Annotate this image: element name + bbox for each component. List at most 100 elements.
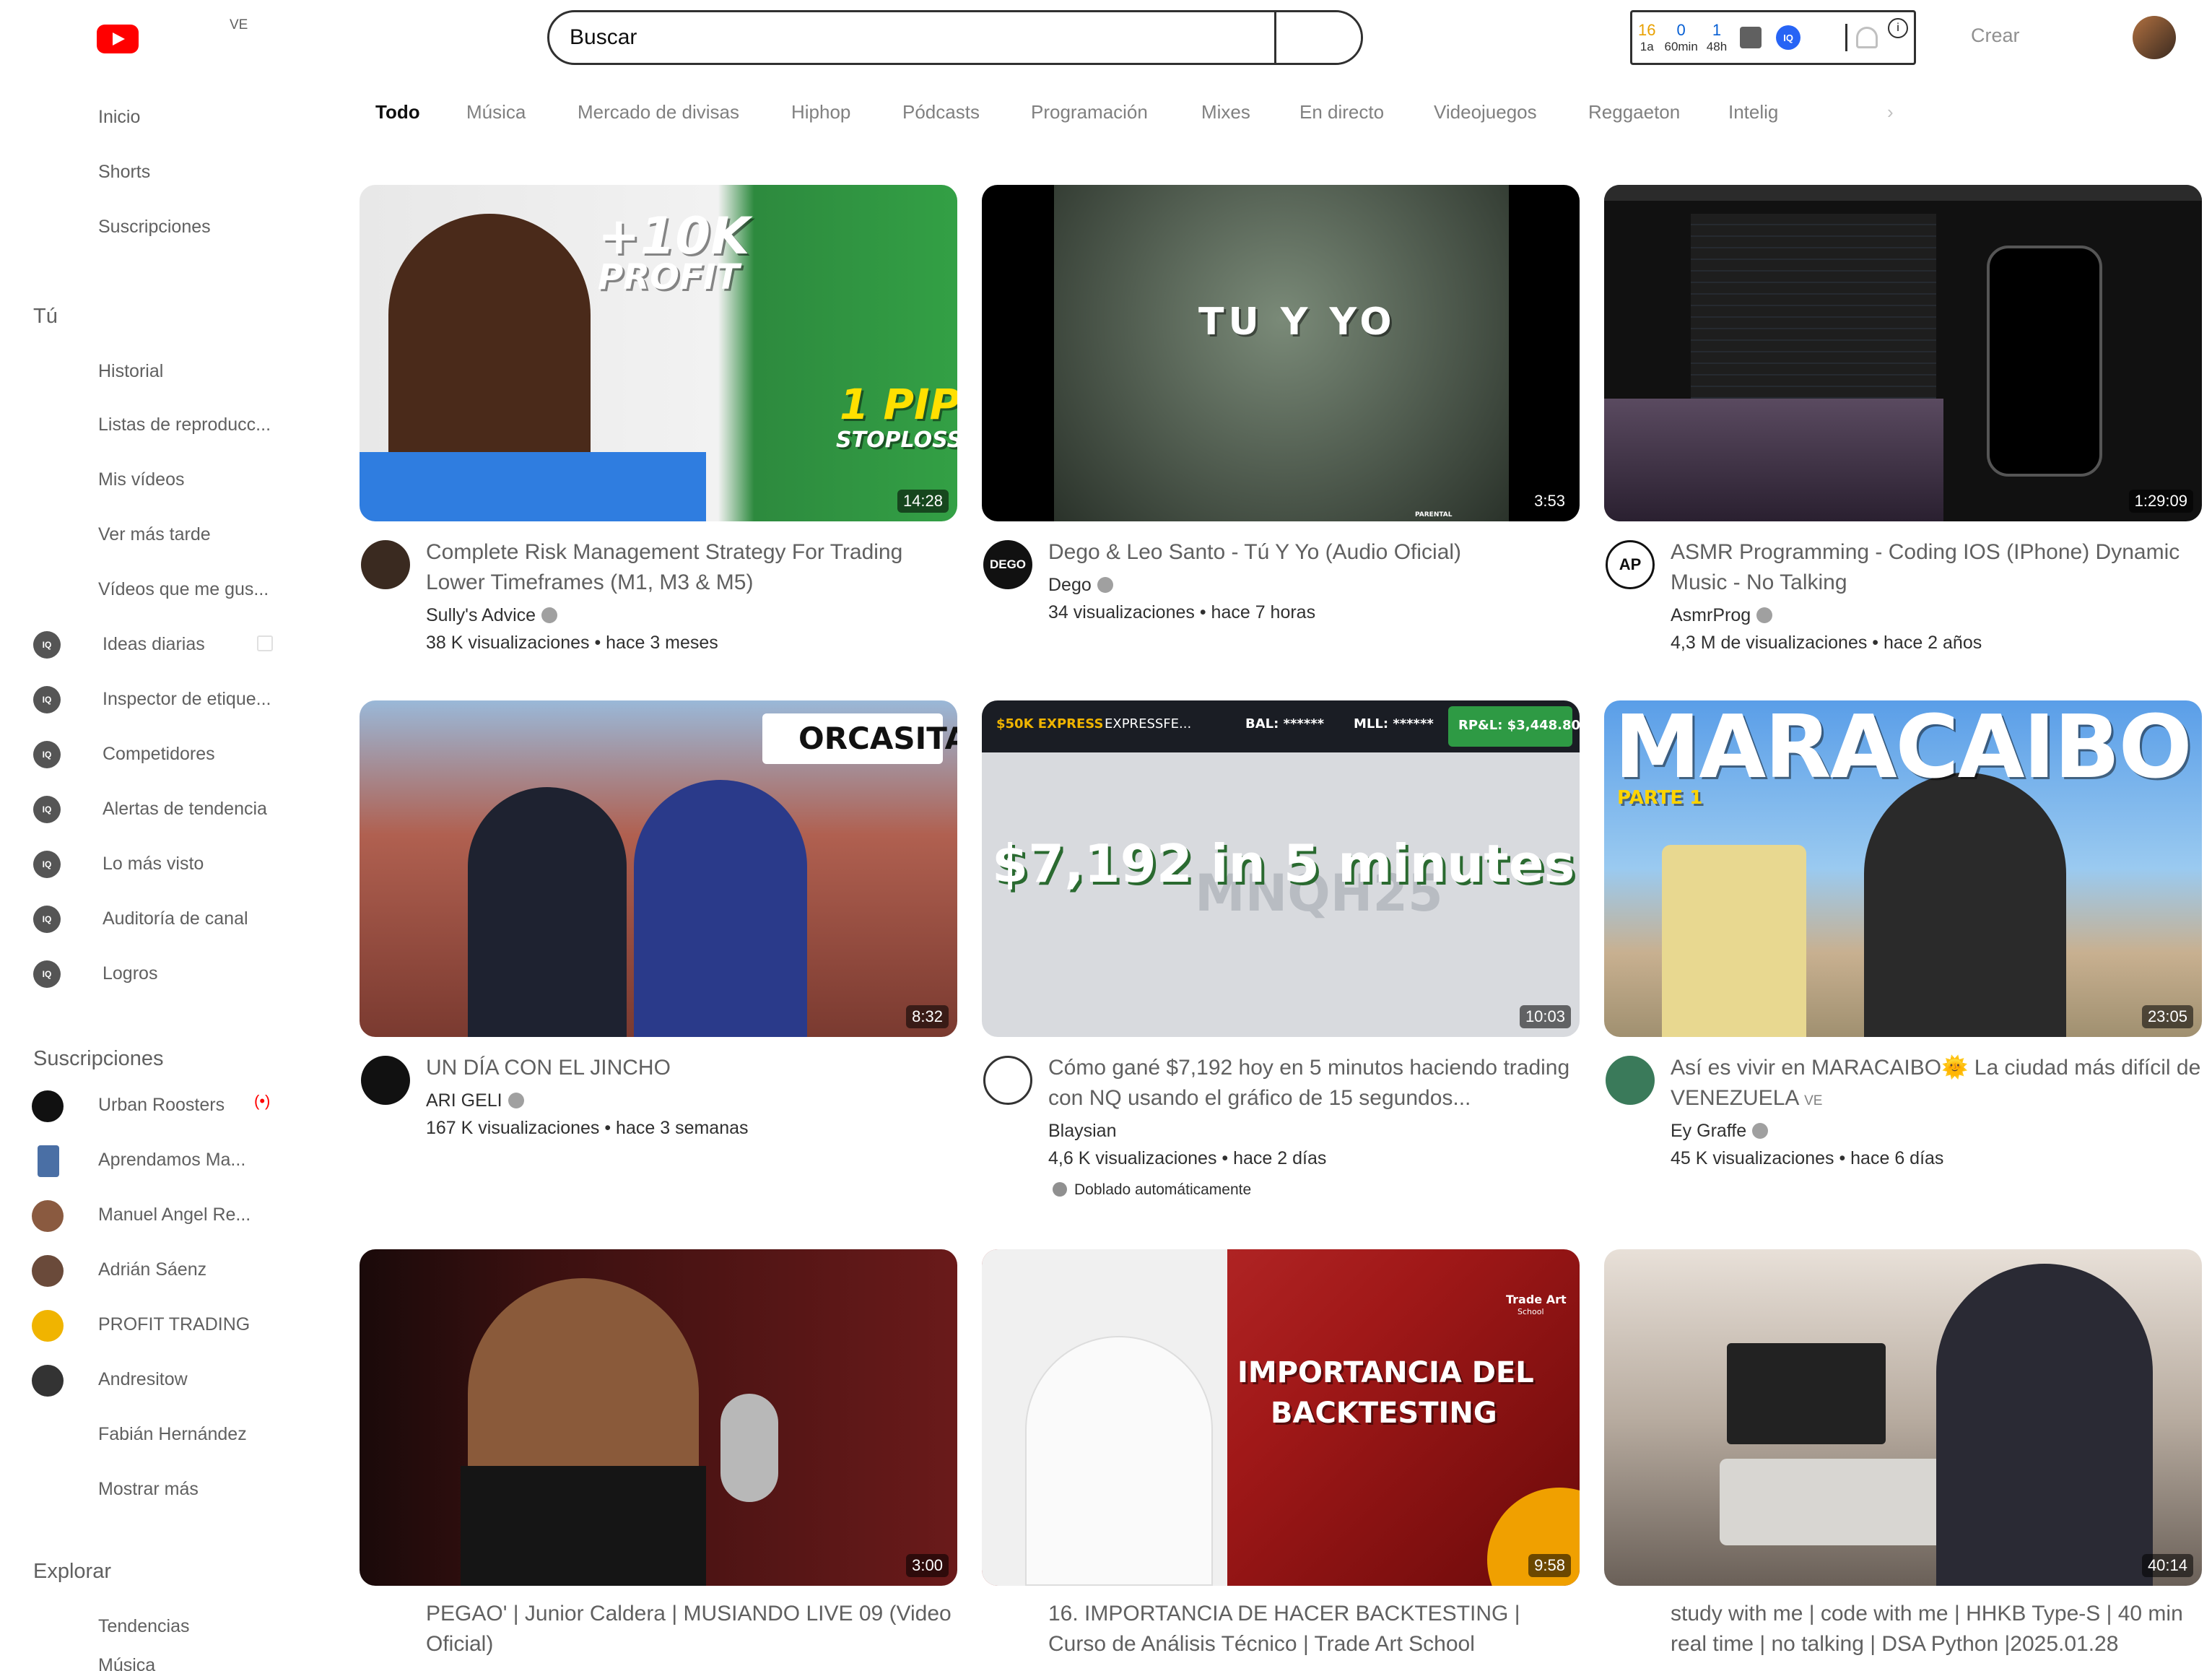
- video-duration: 3:00: [906, 1554, 949, 1577]
- search-input[interactable]: [549, 12, 1274, 63]
- sidebar-sub-adrian-saenz[interactable]: Adrián Sáenz: [98, 1259, 206, 1280]
- channel-avatar[interactable]: [1606, 1056, 1655, 1105]
- chip-musica[interactable]: Música: [466, 101, 526, 123]
- vidiq-stats-widget[interactable]: 16 1a 0 60min 1 48h IQ i: [1630, 10, 1916, 65]
- sidebar-sub-profit-trading[interactable]: PROFIT TRADING: [98, 1314, 250, 1335]
- vidiq-icon[interactable]: IQ: [1776, 25, 1801, 50]
- channel-name[interactable]: ARI GELI: [426, 1090, 524, 1111]
- sidebar-item-historial[interactable]: Historial: [98, 361, 163, 382]
- channel-avatar[interactable]: AP: [1606, 540, 1655, 589]
- video-thumbnail[interactable]: +10K PROFIT 1 PIP STOPLOSS 14:28: [360, 185, 957, 521]
- chip-en-directo[interactable]: En directo: [1299, 101, 1384, 123]
- thumbnail-text: School: [1518, 1307, 1544, 1316]
- video-title[interactable]: PEGAO' | Junior Caldera | MUSIANDO LIVE …: [426, 1599, 960, 1659]
- chip-todo[interactable]: Todo: [375, 101, 420, 123]
- sidebar-item-daily-ideas[interactable]: Ideas diarias: [103, 634, 205, 655]
- auto-dubbed-text: Doblado automáticamente: [1074, 1181, 1252, 1198]
- search-button[interactable]: [1274, 12, 1361, 63]
- sidebar-item-music[interactable]: Música: [98, 1655, 155, 1671]
- chip-hiphop[interactable]: Hiphop: [791, 101, 850, 123]
- sidebar-heading-you[interactable]: Tú: [33, 305, 58, 329]
- bell-icon[interactable]: [1856, 27, 1878, 48]
- thumbnail-text: IMPORTANCIA DEL: [1237, 1356, 1534, 1389]
- video-meta: 4,3 M de visualizaciones • hace 2 años: [1671, 633, 1982, 653]
- thumbnail-phone: [1987, 246, 2102, 477]
- create-button[interactable]: Crear: [1971, 25, 2020, 47]
- info-icon[interactable]: i: [1888, 18, 1908, 38]
- sidebar-item-shorts[interactable]: Shorts: [98, 162, 150, 183]
- sidebar-item-tag-inspector[interactable]: Inspector de etique...: [103, 689, 271, 710]
- sidebar-item-channel-audit[interactable]: Auditoría de canal: [103, 908, 248, 929]
- sidebar-item-playlists[interactable]: Listas de reproducc...: [98, 415, 271, 435]
- video-thumbnail[interactable]: MARACAIBO PARTE 1 23:05: [1604, 700, 2202, 1037]
- user-avatar[interactable]: [2133, 16, 2176, 59]
- verified-icon: [1097, 577, 1113, 593]
- chevron-right-icon[interactable]: ›: [1887, 101, 1894, 123]
- sidebar-heading-subscriptions: Suscripciones: [33, 1047, 164, 1070]
- sidebar-sub-andresitow[interactable]: Andresitow: [98, 1369, 188, 1390]
- video-thumbnail[interactable]: 3:00: [360, 1249, 957, 1586]
- chip-mixes[interactable]: Mixes: [1201, 101, 1250, 123]
- sidebar-item-competitors[interactable]: Competidores: [103, 744, 215, 765]
- sidebar-item-trend-alerts[interactable]: Alertas de tendencia: [103, 799, 267, 820]
- video-thumbnail[interactable]: 1:29:09: [1604, 185, 2202, 521]
- video-meta: 38 K visualizaciones • hace 3 meses: [426, 633, 718, 653]
- channel-avatar: [32, 1365, 64, 1397]
- video-thumbnail[interactable]: $50K EXPRESS EXPRESSFE... BAL: ****** ML…: [982, 700, 1580, 1037]
- channel-avatar[interactable]: DEGO: [983, 540, 1032, 589]
- chip-forex[interactable]: Mercado de divisas: [578, 101, 739, 123]
- video-title[interactable]: UN DÍA CON EL JINCHO: [426, 1053, 960, 1083]
- chip-programacion[interactable]: Programación: [1031, 101, 1148, 123]
- channel-name[interactable]: Blaysian: [1048, 1121, 1117, 1142]
- video-title[interactable]: Cómo gané $7,192 hoy en 5 minutos hacien…: [1048, 1053, 1582, 1114]
- channel-name[interactable]: Ey Graffe: [1671, 1121, 1769, 1142]
- video-title[interactable]: Dego & Leo Santo - Tú Y Yo (Audio Oficia…: [1048, 537, 1582, 568]
- channel-avatar[interactable]: [361, 1056, 410, 1105]
- youtube-logo-icon[interactable]: [97, 25, 139, 53]
- title-country-badge: VE: [1804, 1093, 1823, 1108]
- sidebar-sub-urban-roosters[interactable]: Urban Roosters: [98, 1095, 225, 1116]
- channel-name[interactable]: Sully's Advice: [426, 605, 558, 626]
- sidebar-sub-manuel-angel[interactable]: Manuel Angel Re...: [98, 1205, 251, 1225]
- thumbnail-text: PROFIT: [598, 257, 740, 298]
- sidebar-sub-fabian-hernandez[interactable]: Fabián Hernández: [98, 1424, 247, 1445]
- chip-podcasts[interactable]: Pódcasts: [902, 101, 980, 123]
- video-title[interactable]: Así es vivir en MARACAIBO🌞 La ciudad más…: [1671, 1053, 2205, 1116]
- video-thumbnail[interactable]: ORCASITAS 8:32: [360, 700, 957, 1037]
- channel-name[interactable]: Dego: [1048, 575, 1113, 596]
- vidiq-icon: IQ: [33, 796, 61, 823]
- video-title[interactable]: ASMR Programming - Coding IOS (IPhone) D…: [1671, 537, 2205, 598]
- video-title[interactable]: Complete Risk Management Strategy For Tr…: [426, 537, 960, 598]
- verified-icon: [541, 607, 558, 623]
- chip-inteligencia[interactable]: Intelig: [1728, 101, 1778, 123]
- bar-chart-icon[interactable]: [1740, 27, 1762, 48]
- verified-icon: [1752, 1123, 1769, 1139]
- sidebar-item-trending[interactable]: Tendencias: [98, 1616, 189, 1637]
- video-title[interactable]: study with me | code with me | HHKB Type…: [1671, 1599, 2205, 1659]
- sidebar-item-achievements[interactable]: Logros: [103, 963, 157, 984]
- stat-value: 16: [1638, 21, 1656, 39]
- video-thumbnail[interactable]: TU Y YO PARENTAL 3:53: [982, 185, 1580, 521]
- sidebar-item-liked[interactable]: Vídeos que me gus...: [98, 579, 269, 600]
- thumbnail-building: [1662, 845, 1806, 1037]
- channel-avatar[interactable]: [983, 1056, 1032, 1105]
- stat-label: 1a: [1640, 40, 1654, 53]
- video-title[interactable]: 16. IMPORTANCIA DE HACER BACKTESTING | C…: [1048, 1599, 1582, 1659]
- sidebar-item-suscripciones[interactable]: Suscripciones: [98, 217, 211, 238]
- chip-videojuegos[interactable]: Videojuegos: [1434, 101, 1537, 123]
- sidebar-item-most-viewed[interactable]: Lo más visto: [103, 854, 204, 874]
- channel-name[interactable]: AsmrProg: [1671, 605, 1773, 626]
- vidiq-icon: IQ: [33, 686, 61, 713]
- video-duration: 10:03: [1519, 1005, 1571, 1028]
- sidebar-show-more[interactable]: Mostrar más: [98, 1479, 199, 1500]
- sidebar-item-inicio[interactable]: Inicio: [98, 107, 140, 128]
- sidebar-sub-aprendamos[interactable]: Aprendamos Ma...: [98, 1150, 245, 1171]
- sidebar-item-watch-later[interactable]: Ver más tarde: [98, 524, 211, 545]
- channel-name-text: Dego: [1048, 575, 1092, 595]
- dubbing-icon: [1053, 1182, 1067, 1197]
- chip-reggaeton[interactable]: Reggaeton: [1588, 101, 1680, 123]
- video-thumbnail[interactable]: IMPORTANCIA DEL BACKTESTING Trade Art Sc…: [982, 1249, 1580, 1586]
- sidebar-item-my-videos[interactable]: Mis vídeos: [98, 469, 184, 490]
- channel-avatar[interactable]: [361, 540, 410, 589]
- video-thumbnail[interactable]: 40:14: [1604, 1249, 2202, 1586]
